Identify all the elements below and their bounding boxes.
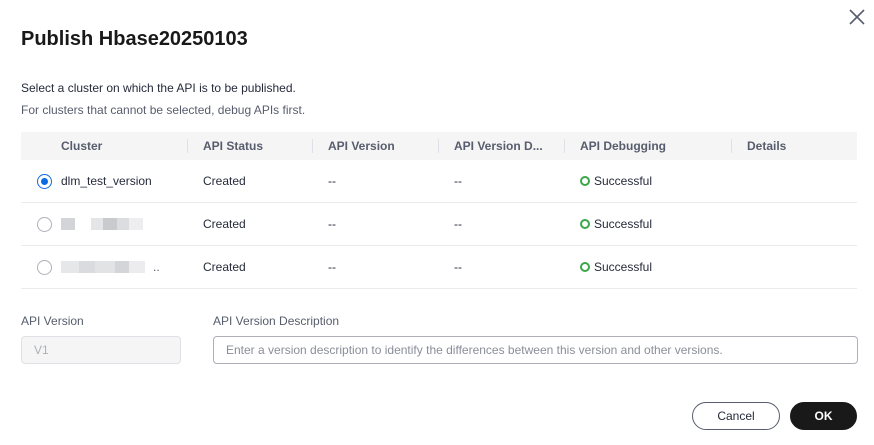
success-circle-icon [580, 176, 590, 186]
api-version-description-cell: -- [454, 174, 462, 188]
dialog-title: Publish Hbase20250103 [21, 28, 248, 50]
cluster-radio[interactable] [37, 174, 52, 189]
api-version-input: V1 [21, 336, 181, 364]
table-row[interactable]: .. Created -- -- Successful [21, 246, 857, 289]
details-cell [731, 203, 857, 245]
api-debugging-cell: Successful [564, 203, 731, 245]
table-row[interactable]: dlm_test_version Created -- -- Successfu… [21, 160, 857, 203]
column-header-api-version: API Version [312, 132, 438, 160]
success-circle-icon [580, 219, 590, 229]
dialog-hint: For clusters that cannot be selected, de… [21, 103, 306, 117]
api-version-label: API Version [21, 314, 84, 328]
api-version-description-input[interactable] [213, 336, 858, 364]
debugging-status: Successful [594, 217, 653, 231]
column-header-api-debugging: API Debugging [564, 132, 731, 160]
redacted-cluster-name: .. [61, 246, 187, 288]
ok-button[interactable]: OK [790, 402, 857, 430]
cluster-table: Cluster API Status API Version API Versi… [21, 132, 857, 289]
success-circle-icon [580, 262, 590, 272]
debugging-status: Successful [594, 260, 653, 274]
api-version-description-cell: -- [454, 260, 462, 274]
api-status-cell: Created [203, 174, 246, 188]
api-version-cell: -- [328, 174, 336, 188]
table-row[interactable]: Created -- -- Successful [21, 203, 857, 246]
column-header-cluster: Cluster [61, 139, 103, 153]
dialog-description: Select a cluster on which the API is to … [21, 81, 296, 95]
column-header-api-version-description: API Version D... [438, 132, 564, 160]
cluster-cell: dlm_test_version [21, 160, 187, 202]
api-debugging-cell: Successful [564, 160, 731, 202]
redacted-cluster-name [61, 203, 187, 245]
close-button[interactable] [846, 6, 868, 28]
details-cell [731, 246, 857, 288]
cluster-radio[interactable] [37, 217, 52, 232]
api-debugging-cell: Successful [564, 246, 731, 288]
cancel-button[interactable]: Cancel [692, 402, 780, 430]
column-header-details: Details [731, 132, 857, 160]
api-status-cell: Created [203, 260, 246, 274]
debugging-status: Successful [594, 174, 653, 188]
api-version-cell: -- [328, 217, 336, 231]
api-version-cell: -- [328, 260, 336, 274]
api-status-cell: Created [203, 217, 246, 231]
cluster-cell [21, 203, 187, 245]
api-version-description-label: API Version Description [213, 314, 340, 328]
cluster-cell: .. [21, 246, 187, 288]
details-cell [731, 160, 857, 202]
api-version-description-cell: -- [454, 217, 462, 231]
table-header: Cluster API Status API Version API Versi… [21, 132, 857, 160]
cluster-radio[interactable] [37, 260, 52, 275]
column-header-api-status: API Status [187, 132, 312, 160]
close-icon [849, 9, 865, 25]
publish-dialog: Publish Hbase20250103 Select a cluster o… [0, 0, 874, 445]
truncation-ellipsis: .. [153, 260, 160, 274]
cluster-name: dlm_test_version [61, 174, 152, 188]
